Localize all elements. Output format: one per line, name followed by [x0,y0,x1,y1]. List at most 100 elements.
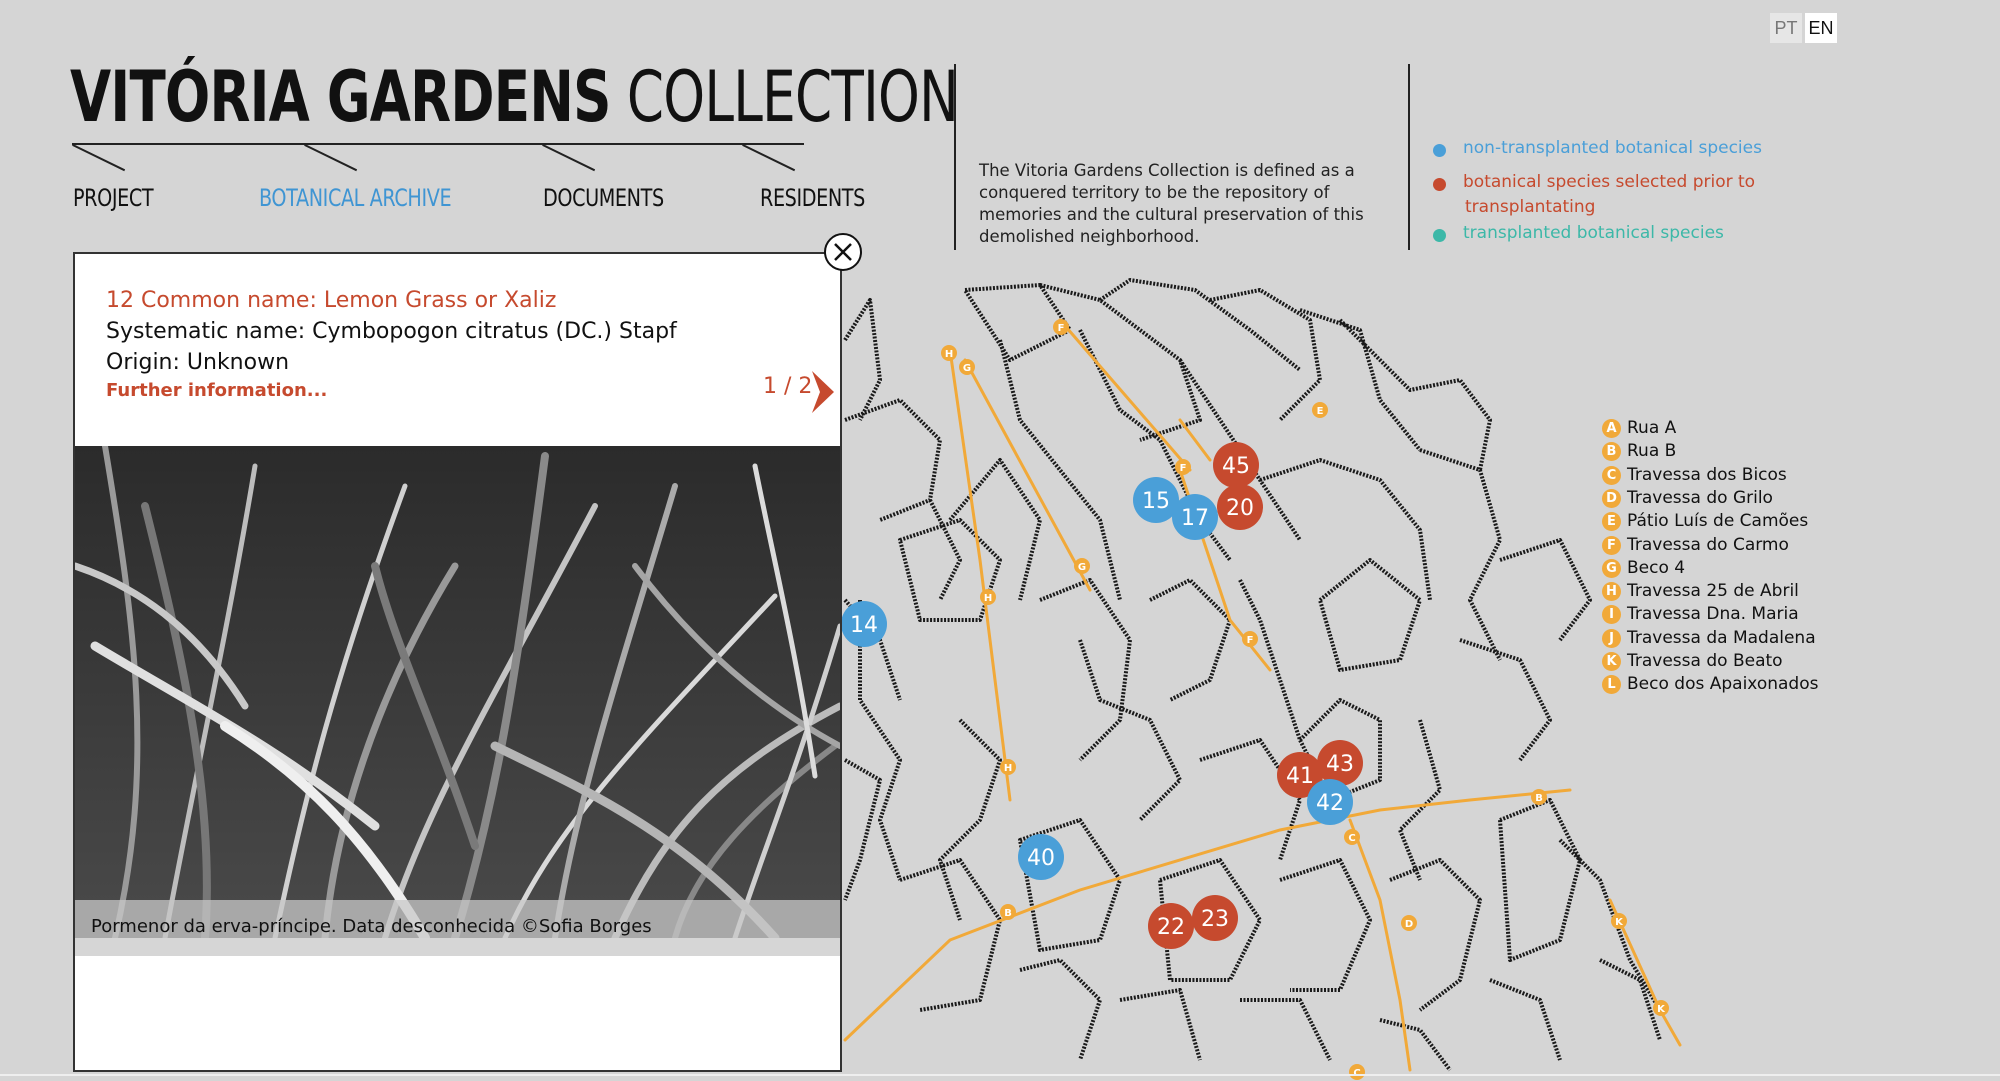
chevron-right-icon [812,371,834,413]
legend-dot-teal [1433,229,1446,242]
street-letter-badge: K [1602,652,1621,671]
map-marker-20[interactable]: 20 [1217,484,1263,530]
map-marker-45[interactable]: 45 [1213,442,1259,488]
street-name: Pátio Luís de Camões [1627,511,1809,532]
nav-residents[interactable]: RESIDENTS [760,184,865,212]
language-pt-button[interactable]: PT [1770,13,1802,43]
street-legend-item: E Pátio Luís de Camões [1602,510,1808,533]
legend-dot-red [1433,178,1446,191]
street-legend-item: K Travessa do Beato [1602,650,1783,673]
street-name: Travessa do Carmo [1627,534,1789,555]
street-legend-item: A Rua A [1602,417,1676,440]
map-marker-14[interactable]: 14 [841,601,887,647]
street-legend-item: C Travessa dos Bicos [1602,464,1787,487]
map-marker-17[interactable]: 17 [1172,494,1218,540]
route-letter: F [1058,323,1065,334]
further-information-link[interactable]: Further information... [106,380,327,401]
street-letter-badge: C [1602,465,1621,485]
street-letter-badge: F [1602,535,1621,555]
street-name: Beco dos Apaixonados [1627,674,1819,695]
species-info-panel: 12 Common name: Lemon Grass or Xaliz Sys… [73,252,842,1072]
map-marker-number: 41 [1286,764,1314,789]
street-legend-item: G Beco 4 [1602,557,1685,580]
legend-label: non-transplanted botanical species [1463,138,1762,158]
street-name: Travessa dos Bicos [1627,464,1787,485]
route-letter: H [984,593,992,604]
street-letter-badge: E [1602,512,1621,532]
street-letter-badge: B [1602,442,1621,462]
species-origin: Origin: Unknown [106,350,290,375]
street-name: Rua B [1627,441,1677,462]
legend-label: transplanted botanical species [1463,223,1724,243]
street-letter-badge: A [1602,419,1621,438]
header-divider [1408,64,1410,250]
street-legend-item: H Travessa 25 de Abril [1602,580,1799,603]
collection-description: The Vitoria Gardens Collection is define… [979,161,1364,246]
map-marker-number: 43 [1326,752,1354,777]
close-icon [834,243,852,261]
site-title-bold: VITÓRIA GARDENS [70,56,611,138]
route-letter: G [1078,562,1086,573]
map-street-network [843,278,1662,1072]
map-marker-42[interactable]: 42 [1307,779,1353,825]
species-systematic-name: Systematic name: Cymbopogon citratus (DC… [106,319,677,344]
route-letter: D [1405,919,1413,930]
nav-documents[interactable]: DOCUMENTS [543,184,664,212]
route-letter: E [1317,406,1324,417]
route-letter: K [1657,1004,1666,1015]
map-marker-number: 40 [1027,846,1055,871]
nav-project[interactable]: PROJECT [73,184,154,212]
map-marker-number: 23 [1201,907,1229,932]
gallery-pager-count: 1 / 2 [763,374,813,399]
street-name: Beco 4 [1627,557,1686,578]
route-letter: F [1180,463,1187,474]
map-marker-number: 45 [1222,454,1250,479]
street-legend-item: I Travessa Dna. Maria [1602,603,1799,626]
map-marker-23[interactable]: 23 [1192,895,1238,941]
gallery-next-button[interactable] [812,371,834,417]
street-letter-badge: G [1602,558,1621,578]
map-marker-number: 17 [1181,506,1209,531]
street-legend-item: L Beco dos Apaixonados [1602,673,1818,696]
map-marker-number: 14 [850,613,878,638]
map-marker-43[interactable]: 43 [1317,740,1363,786]
street-name: Travessa do Grilo [1627,487,1773,508]
route-letter: K [1615,917,1624,928]
nav-botanical-archive[interactable]: BOTANICAL ARCHIVE [259,184,452,212]
route-letter: F [1247,635,1254,646]
street-name: Travessa da Madalena [1627,627,1816,648]
street-legend-item: F Travessa do Carmo [1602,534,1789,557]
route-letter: B [1004,908,1012,919]
title-rule [72,143,804,145]
legend-label: botanical species selected prior to [1463,172,1756,192]
route-letter: B [1535,793,1543,804]
street-letter-badge: J [1602,628,1621,648]
street-letter-badge: L [1602,675,1621,695]
photo-caption: Pormenor da erva-príncipe. Data desconhe… [91,916,652,937]
street-legend-item: D Travessa do Grilo [1602,487,1773,510]
map-routes [843,318,1682,1072]
street-letter-badge: D [1602,488,1621,508]
street-letter-badge: H [1602,582,1621,602]
street-name: Travessa Dna. Maria [1627,604,1799,625]
species-photo [75,446,840,938]
language-en-button[interactable]: EN [1805,13,1837,43]
map-marker-number: 22 [1157,915,1185,940]
map-marker-22[interactable]: 22 [1148,903,1194,949]
street-legend-item: J Travessa da Madalena [1602,627,1816,650]
map-marker-number: 20 [1226,496,1254,521]
legend-label-continued: transplantating [1465,197,1596,217]
map-marker-40[interactable]: 40 [1018,834,1064,880]
map-marker-number: 15 [1142,489,1170,514]
grass-photo-illustration [75,446,840,938]
street-name: Travessa 25 de Abril [1627,581,1799,602]
route-letter: C [1348,833,1355,844]
close-panel-button[interactable] [824,233,862,271]
route-letter: G [963,363,971,374]
route-letter: H [1004,763,1012,774]
street-legend-item: B Rua B [1602,440,1676,463]
footer-rule [0,1074,2000,1076]
map-marker-number: 42 [1316,791,1344,816]
site-title-light: COLLECTION [610,56,959,138]
header-divider [954,64,956,250]
